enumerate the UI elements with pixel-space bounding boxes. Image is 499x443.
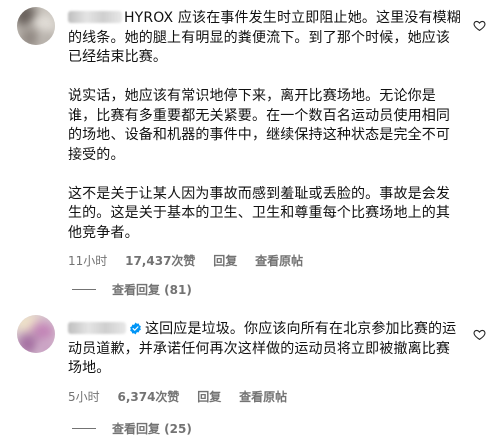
- comment-meta: 11小时 17,437次赞 回复 查看原帖: [68, 253, 462, 269]
- comment-paragraph: 这回应是垃圾。你应该向所有在北京参加比赛的运动员道歉，并承诺任何再次这样做的运动…: [68, 321, 457, 376]
- reply-button[interactable]: 回复: [197, 390, 221, 404]
- comment-paragraph: 这不是关于让某人因为事故而感到羞耻或丢脸的。事故是会发生的。这是关于基本的卫生、…: [68, 185, 451, 241]
- username[interactable]: [68, 11, 122, 23]
- comment-text: HYROX 应该在事件发生时立即阻止她。这里没有模糊的线条。她的腿上有明显的粪便…: [68, 9, 462, 68]
- like-count[interactable]: 6,374次赞: [117, 390, 179, 404]
- view-replies-button[interactable]: 查看回复 (25): [72, 421, 192, 437]
- comment-time: 5小时: [68, 389, 100, 404]
- comment-text: 这回应是垃圾。你应该向所有在北京参加比赛的运动员道歉，并承诺任何再次这样做的运动…: [68, 320, 462, 379]
- divider-line: [72, 428, 96, 429]
- view-replies-label[interactable]: 查看回复 (81): [112, 283, 192, 297]
- like-count[interactable]: 17,437次赞: [125, 254, 195, 268]
- see-original-button[interactable]: 查看原帖: [255, 254, 303, 268]
- avatar[interactable]: [17, 315, 55, 353]
- heart-outline-icon[interactable]: [473, 328, 486, 341]
- username-visible[interactable]: HYROX: [124, 10, 173, 26]
- view-replies-button[interactable]: 查看回复 (81): [72, 282, 192, 298]
- reply-button[interactable]: 回复: [213, 254, 237, 268]
- avatar[interactable]: [17, 7, 55, 45]
- view-replies-label[interactable]: 查看回复 (25): [112, 422, 192, 436]
- heart-outline-icon[interactable]: [473, 19, 486, 32]
- username[interactable]: [68, 322, 126, 334]
- comment-paragraph: 说实话，她应该有常识地停下来，离开比赛场地。无论你是谁，比赛有多重要都无关紧要。…: [68, 88, 451, 163]
- divider-line: [72, 289, 96, 290]
- verified-badge-icon: [130, 322, 141, 335]
- comment-meta: 5小时 6,374次赞 回复 查看原帖: [68, 389, 462, 405]
- see-original-button[interactable]: 查看原帖: [239, 390, 287, 404]
- comment-time: 11小时: [68, 254, 108, 268]
